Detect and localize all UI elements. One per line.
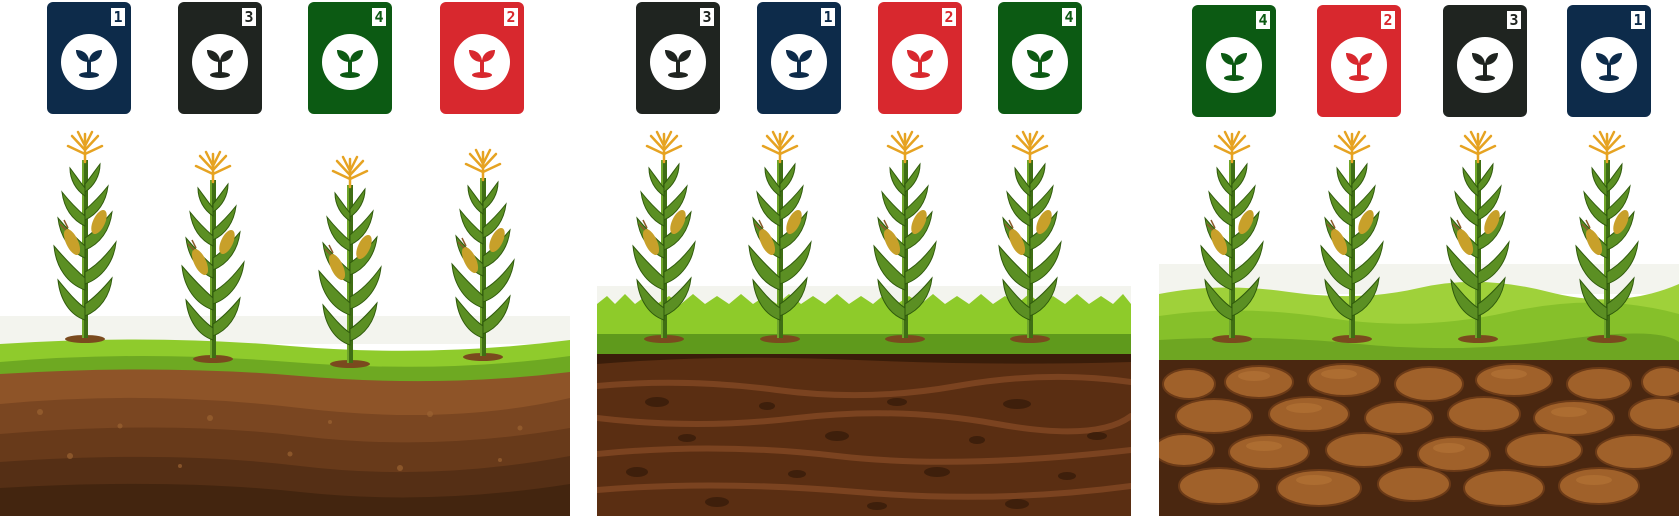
corn-plant <box>448 148 518 367</box>
seed-bag-number: 4 <box>372 8 386 26</box>
seed-bag-number: 1 <box>821 8 835 26</box>
seed-bag[interactable]: 3 <box>178 2 262 114</box>
seed-bag-row: 1 3 4 2 <box>0 0 570 120</box>
seed-bag-number: 3 <box>700 8 714 26</box>
seed-bag-number: 1 <box>1631 11 1645 29</box>
sprout-icon <box>650 34 706 91</box>
sprout-icon <box>771 34 827 91</box>
corn-plant <box>1317 130 1387 349</box>
sprout-icon <box>61 34 117 91</box>
seed-bag-row: 3 1 2 4 <box>597 0 1131 120</box>
seed-bag-number: 2 <box>504 8 518 26</box>
seed-bag[interactable]: 2 <box>1317 5 1401 117</box>
sprout-icon <box>1331 37 1387 94</box>
seed-bag-row: 4 2 3 1 <box>1159 0 1679 120</box>
corn-plant <box>50 130 120 349</box>
seed-bag[interactable]: 3 <box>1443 5 1527 117</box>
seed-bag[interactable]: 2 <box>878 2 962 114</box>
corn-plant <box>1197 130 1267 349</box>
seed-bag[interactable]: 4 <box>308 2 392 114</box>
corn-plant <box>1443 130 1513 349</box>
sprout-icon <box>322 34 378 91</box>
sprout-icon <box>892 34 948 91</box>
corn-plant <box>745 130 815 349</box>
seed-bag-number: 4 <box>1256 11 1270 29</box>
seed-bag[interactable]: 3 <box>636 2 720 114</box>
corn-plant <box>315 155 385 374</box>
panel-clay-soil: 3 1 2 4 <box>597 0 1131 516</box>
seed-bag[interactable]: 1 <box>1567 5 1651 117</box>
sprout-icon <box>192 34 248 91</box>
seed-bag[interactable]: 1 <box>47 2 131 114</box>
corn-plant <box>629 130 699 349</box>
sprout-icon <box>1457 37 1513 94</box>
seed-bag-number: 1 <box>111 8 125 26</box>
panel-rocky-soil: 4 2 3 1 <box>1159 0 1679 516</box>
seed-bag-number: 3 <box>242 8 256 26</box>
seed-bag[interactable]: 1 <box>757 2 841 114</box>
seed-bag-number: 2 <box>942 8 956 26</box>
seed-bag-number: 2 <box>1381 11 1395 29</box>
panel-layered-soil: 1 3 4 2 <box>0 0 570 516</box>
seed-bag-number: 3 <box>1507 11 1521 29</box>
sprout-icon <box>1581 37 1637 94</box>
seed-bag[interactable]: 2 <box>440 2 524 114</box>
seed-bag[interactable]: 4 <box>998 2 1082 114</box>
corn-plant <box>870 130 940 349</box>
sprout-icon <box>1012 34 1068 91</box>
seed-bag-number: 4 <box>1062 8 1076 26</box>
corn-plant <box>1572 130 1642 349</box>
sprout-icon <box>1206 37 1262 94</box>
seed-bag[interactable]: 4 <box>1192 5 1276 117</box>
sprout-icon <box>454 34 510 91</box>
corn-plant <box>178 150 248 369</box>
corn-plant <box>995 130 1065 349</box>
